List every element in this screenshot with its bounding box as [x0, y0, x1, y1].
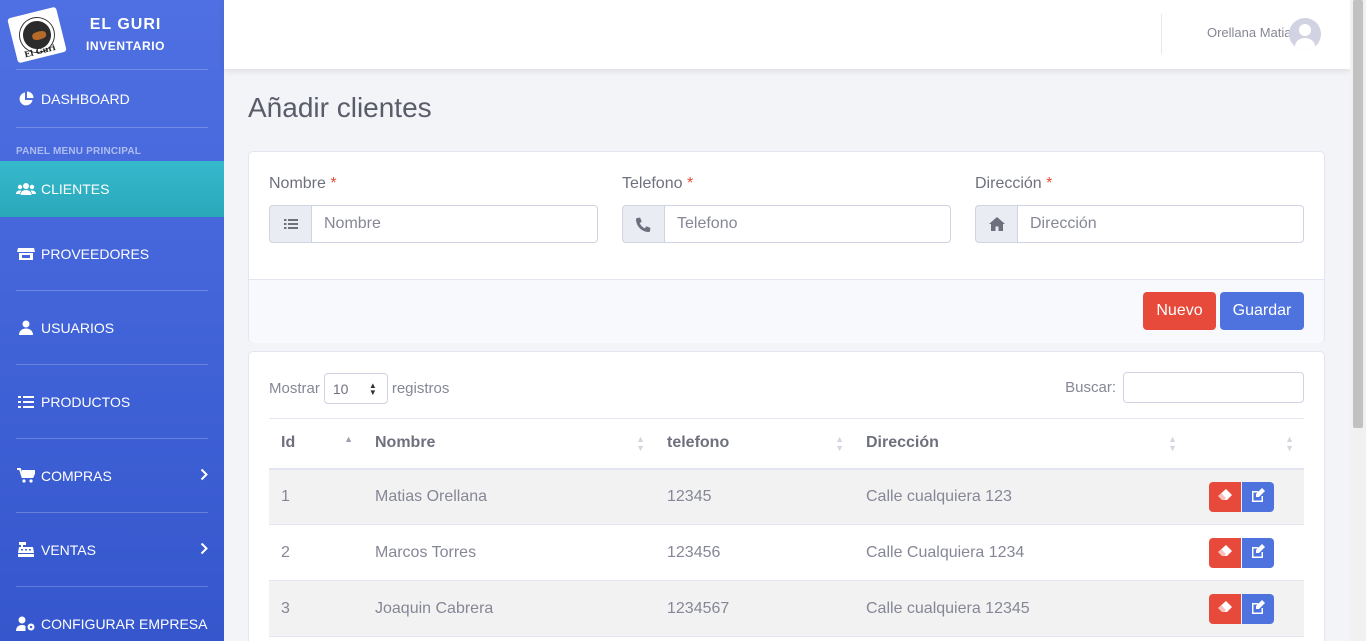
client-form-card: Nombre * Telefono * Dirección * Nuevo Gu… — [248, 151, 1325, 343]
chevron-right-icon — [200, 542, 208, 558]
brand-logo: El Guri — [7, 6, 67, 63]
table-row: 3 Joaquin Cabrera 1234567 Calle cualquie… — [269, 580, 1304, 637]
sort-icon: ▲ ▼ — [1285, 434, 1294, 453]
direccion-input[interactable] — [1017, 205, 1304, 243]
direccion-label: Dirección * — [975, 175, 1053, 192]
eraser-icon — [1218, 489, 1232, 504]
brand-title: EL GURI — [89, 16, 162, 33]
sidebar-item-ventas[interactable]: VENTAS — [0, 513, 224, 586]
edit-icon — [1251, 600, 1265, 617]
sort-icon: ▲ — [344, 434, 353, 444]
eraser-icon — [1218, 545, 1232, 560]
direccion-group: Dirección * — [975, 175, 1304, 243]
edit-button[interactable] — [1242, 481, 1274, 512]
topbar-divider — [1161, 14, 1162, 54]
telefono-group: Telefono * — [622, 175, 951, 243]
table-search: Buscar: — [1065, 372, 1304, 403]
select-arrows-icon: ▲ ▼ — [368, 381, 377, 397]
clients-table-card: Mostrar 10 ▲ ▼ registros Buscar: Id ▲ Nomb… — [248, 351, 1325, 641]
column-header-actions[interactable]: ▲ ▼ — [1187, 418, 1304, 470]
delete-button[interactable] — [1209, 537, 1241, 568]
telefono-label: Telefono * — [622, 175, 694, 192]
edit-button[interactable] — [1242, 537, 1274, 568]
users-icon — [16, 181, 36, 197]
cash-register-icon — [16, 542, 36, 558]
sidebar-item-dashboard[interactable]: DASHBOARD — [0, 70, 224, 127]
sidebar-item-clientes[interactable]: CLIENTES — [0, 161, 224, 217]
column-header-telefono[interactable]: telefono ▲ ▼ — [655, 418, 854, 470]
sidebar-heading: PANEL MENU PRINCIPAL — [16, 146, 142, 157]
nombre-label: Nombre * — [269, 175, 337, 192]
chart-pie-icon — [16, 91, 36, 107]
brand-subtitle: INVENTARIO — [86, 39, 166, 53]
form-footer: Nuevo Guardar — [249, 279, 1324, 343]
sidebar-item-proveedores[interactable]: PROVEEDORES — [0, 217, 224, 290]
sort-icon: ▲ ▼ — [835, 434, 844, 453]
page-length-select[interactable]: 10 ▲ ▼ — [323, 373, 388, 404]
chevron-right-icon — [200, 468, 208, 484]
scrollbar-thumb[interactable] — [1353, 0, 1363, 428]
column-header-direccion[interactable]: Dirección ▲ ▼ — [854, 418, 1187, 470]
column-header-id[interactable]: Id ▲ — [269, 418, 363, 470]
sort-icon: ▲ ▼ — [1168, 434, 1177, 453]
sidebar-item-productos[interactable]: PRODUCTOS — [0, 365, 224, 438]
sidebar-item-usuarios[interactable]: USUARIOS — [0, 291, 224, 364]
guardar-button[interactable]: Guardar — [1220, 292, 1304, 330]
table-row: 2 Marcos Torres 123456 Calle Cualquiera … — [269, 524, 1304, 581]
delete-button[interactable] — [1209, 593, 1241, 624]
clients-table: Id ▲ Nombre ▲ ▼ telefono ▲ ▼ Dirección ▲ ▼ ▲ ▼ 1… — [269, 418, 1304, 637]
store-icon — [16, 246, 36, 262]
user-icon — [16, 320, 36, 336]
brand[interactable]: El Guri EL GURI INVENTARIO — [0, 0, 224, 69]
telefono-input[interactable] — [664, 205, 951, 243]
edit-icon — [1251, 544, 1265, 561]
nuevo-button[interactable]: Nuevo — [1143, 292, 1216, 330]
page-scrollbar[interactable] — [1350, 0, 1366, 641]
table-row: 1 Matias Orellana 12345 Calle cualquiera… — [269, 468, 1304, 525]
sidebar-item-configurar-empresa[interactable]: CONFIGURAR EMPRESA — [0, 587, 224, 641]
sidebar: El Guri EL GURI INVENTARIO DASHBOARD PAN… — [0, 0, 224, 641]
edit-button[interactable] — [1242, 593, 1274, 624]
topbar: Orellana Matias — [224, 0, 1350, 69]
table-search-input[interactable] — [1123, 372, 1304, 403]
eraser-icon — [1218, 601, 1232, 616]
user-cog-icon — [16, 616, 36, 632]
user-name[interactable]: Orellana Matias — [1207, 25, 1298, 40]
delete-button[interactable] — [1209, 481, 1241, 512]
page-length-control: Mostrar 10 ▲ ▼ registros — [269, 373, 449, 404]
home-icon — [975, 205, 1017, 243]
sidebar-item-compras[interactable]: COMPRAS — [0, 439, 224, 512]
avatar[interactable] — [1289, 18, 1321, 50]
list-icon — [269, 205, 311, 243]
sort-icon: ▲ ▼ — [636, 434, 645, 453]
page-title: Añadir clientes — [248, 92, 432, 123]
cart-icon — [16, 468, 36, 484]
list-icon — [16, 394, 36, 410]
nombre-input[interactable] — [311, 205, 598, 243]
edit-icon — [1251, 488, 1265, 505]
nombre-group: Nombre * — [269, 175, 598, 243]
phone-icon — [622, 205, 664, 243]
column-header-nombre[interactable]: Nombre ▲ ▼ — [363, 418, 655, 470]
